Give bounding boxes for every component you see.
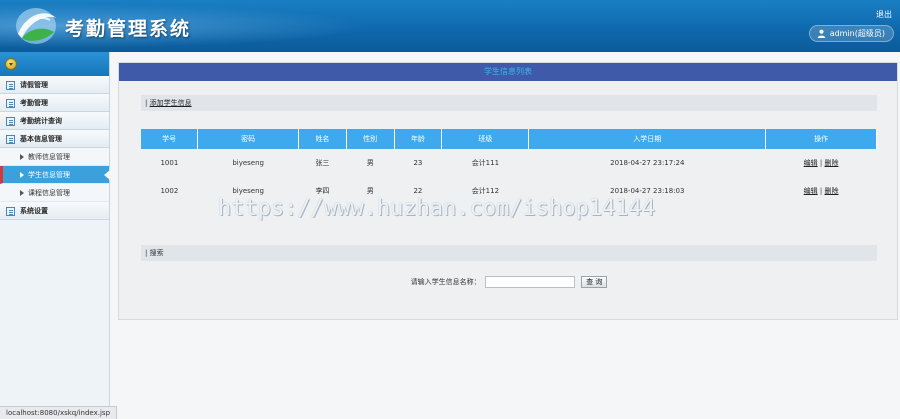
sidebar-item-label: 考勤统计查询 — [20, 117, 62, 125]
search-label: 请输入学生信息名称： — [410, 278, 481, 286]
sidebar-subitem-label: 学生信息管理 — [28, 171, 70, 179]
col-header: 学号 — [141, 129, 199, 149]
panel-title: 学生信息列表 — [119, 63, 897, 81]
table-header-row: 学号 密码 姓名 性别 年龄 班级 入学日期 操作 — [141, 129, 877, 149]
user-badge[interactable]: admin(超级员) — [808, 25, 894, 42]
status-bar-url: localhost:8080/xskq/index.jsp — [0, 406, 118, 419]
table-row: 1001 biyeseng 张三 男 23 会计111 2018-04-27 2… — [141, 149, 877, 177]
sidebar-subitem-label: 课程信息管理 — [28, 189, 70, 197]
col-header: 姓名 — [298, 129, 347, 149]
user-name: admin(超级员) — [829, 29, 885, 38]
collapse-toggle-icon[interactable] — [5, 58, 17, 70]
sidebar-item-leave[interactable]: 请假管理 — [0, 76, 109, 94]
col-header: 密码 — [197, 129, 300, 149]
add-student-link[interactable]: 添加学生信息 — [150, 99, 192, 107]
header-glow — [0, 0, 420, 52]
sidebar-subitem-courses[interactable]: 课程信息管理 — [0, 184, 109, 202]
logout-link[interactable]: 退出 — [876, 9, 892, 20]
sidebar-header — [0, 52, 109, 76]
app-title: 考勤管理系统 — [65, 18, 192, 40]
sidebar-subitem-teachers[interactable]: 教师信息管理 — [0, 148, 109, 166]
cell-name: 张三 — [315, 159, 330, 167]
globe-logo-icon — [16, 8, 56, 44]
search-button[interactable]: 查 询 — [581, 276, 608, 288]
watermark: https://www.huzhan.com/ishop14144 — [218, 196, 656, 221]
app-header: 考勤管理系统 退出 admin(超级员) — [0, 0, 900, 52]
user-icon — [817, 29, 825, 38]
sidebar-item-label: 基本信息管理 — [20, 135, 62, 143]
search-section-title: 搜索 — [149, 249, 164, 257]
cell-actions: 编辑 | 删除 — [803, 159, 839, 167]
sidebar-item-statistics[interactable]: 考勤统计查询 — [0, 112, 109, 130]
col-header: 入学日期 — [528, 129, 767, 149]
col-header: 性别 — [346, 129, 395, 149]
col-header: 年龄 — [394, 129, 443, 149]
student-table: 学号 密码 姓名 性别 年龄 班级 入学日期 操作 1001 biyeseng … — [141, 129, 877, 205]
list-icon — [6, 99, 15, 108]
delete-link[interactable]: 删除 — [824, 159, 838, 167]
caret-right-icon — [20, 172, 24, 178]
cell-age: 23 — [413, 159, 423, 167]
edit-link[interactable]: 编辑 — [804, 187, 818, 195]
list-icon — [6, 81, 15, 90]
cell-password: biyeseng — [232, 159, 264, 167]
sidebar: 请假管理 考勤管理 考勤统计查询 基本信息管理 教师信息管理 学生信息管理 课程… — [0, 52, 110, 408]
delete-link[interactable]: 删除 — [824, 187, 838, 195]
sidebar-item-label: 考勤管理 — [20, 99, 48, 107]
sidebar-subitem-label: 教师信息管理 — [28, 153, 70, 161]
col-header: 操作 — [765, 129, 877, 149]
search-input[interactable] — [484, 276, 575, 288]
list-icon — [6, 117, 15, 126]
add-toolbar: | 添加学生信息 — [141, 95, 877, 111]
cell-gender: 男 — [366, 159, 374, 167]
cell-class: 会计111 — [471, 159, 500, 167]
sidebar-item-attendance[interactable]: 考勤管理 — [0, 94, 109, 112]
edit-link[interactable]: 编辑 — [804, 159, 818, 167]
search-section-bar: | 搜索 — [141, 245, 877, 261]
sidebar-item-label: 系统设置 — [20, 207, 48, 215]
sidebar-item-settings[interactable]: 系统设置 — [0, 202, 109, 220]
search-row: 请输入学生信息名称： 查 询 — [119, 276, 899, 288]
cell-date: 2018-04-27 23:17:24 — [610, 159, 685, 167]
list-icon — [6, 207, 15, 216]
list-icon — [6, 135, 15, 144]
cell-id: 1002 — [160, 187, 179, 195]
cell-id: 1001 — [160, 159, 179, 167]
main-panel: 学生信息列表 | 添加学生信息 学号 密码 姓名 性别 年龄 班级 入学日期 操… — [118, 62, 898, 320]
cell-actions: 编辑 | 删除 — [803, 187, 839, 195]
col-header: 班级 — [441, 129, 530, 149]
sidebar-item-basic-info[interactable]: 基本信息管理 — [0, 130, 109, 148]
caret-right-icon — [20, 190, 24, 196]
caret-right-icon — [20, 154, 24, 160]
sidebar-item-label: 请假管理 — [20, 81, 48, 89]
sidebar-subitem-students[interactable]: 学生信息管理 — [0, 166, 110, 184]
